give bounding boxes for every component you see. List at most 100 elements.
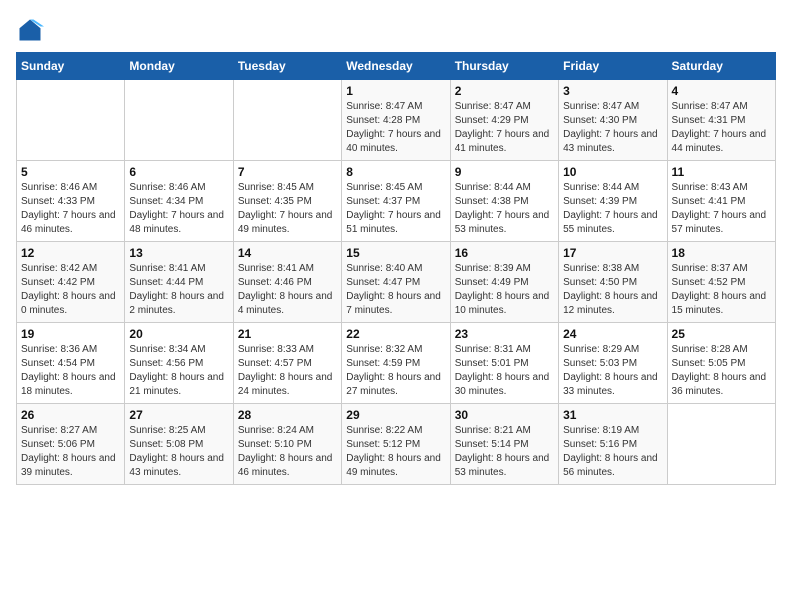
weekday-header-wednesday: Wednesday (342, 53, 450, 80)
calendar-cell: 4 Sunrise: 8:47 AMSunset: 4:31 PMDaylight… (667, 80, 775, 161)
calendar-cell: 12Sunrise: 8:42 AMSunset: 4:42 PMDayligh… (17, 242, 125, 323)
day-info: Sunrise: 8:46 AMSunset: 4:33 PMDaylight:… (21, 181, 120, 237)
calendar-cell: 30 Sunrise: 8:21 AMSunset: 5:14 PMDayligh… (450, 404, 558, 485)
day-number: 19 (21, 327, 120, 341)
calendar-cell: 31 Sunrise: 8:19 AMSunset: 5:16 PMDayligh… (559, 404, 667, 485)
day-info: Sunrise: 8:41 AMSunset: 4:46 PMDaylight:… (238, 262, 337, 318)
day-info: Sunrise: 8:47 AMSunset: 4:31 PMDaylight:… (672, 100, 771, 156)
weekday-header-monday: Monday (125, 53, 233, 80)
day-info: Sunrise: 8:25 AMSunset: 5:08 PMDaylight:… (129, 424, 228, 480)
day-number: 1 (346, 84, 445, 98)
day-info: Sunrise: 8:40 AMSunset: 4:47 PMDaylight:… (346, 262, 445, 318)
logo (16, 16, 48, 44)
calendar-cell: 18Sunrise: 8:37 AMSunset: 4:52 PMDayligh… (667, 242, 775, 323)
calendar-cell: 14 Sunrise: 8:41 AMSunset: 4:46 PMDayligh… (233, 242, 341, 323)
calendar-cell: 27 Sunrise: 8:25 AMSunset: 5:08 PMDayligh… (125, 404, 233, 485)
weekday-header-friday: Friday (559, 53, 667, 80)
day-number: 18 (672, 246, 771, 260)
calendar-cell: 11 Sunrise: 8:43 AMSunset: 4:41 PMDayligh… (667, 161, 775, 242)
day-info: Sunrise: 8:19 AMSunset: 5:16 PMDaylight:… (563, 424, 662, 480)
calendar-cell: 3 Sunrise: 8:47 AMSunset: 4:30 PMDaylight… (559, 80, 667, 161)
day-info: Sunrise: 8:47 AMSunset: 4:30 PMDaylight:… (563, 100, 662, 156)
calendar-cell (233, 80, 341, 161)
day-info: Sunrise: 8:28 AMSunset: 5:05 PMDaylight:… (672, 343, 771, 399)
weekday-header-thursday: Thursday (450, 53, 558, 80)
day-info: Sunrise: 8:45 AMSunset: 4:35 PMDaylight:… (238, 181, 337, 237)
calendar-cell: 8Sunrise: 8:45 AMSunset: 4:37 PMDaylight… (342, 161, 450, 242)
calendar-cell: 29 Sunrise: 8:22 AMSunset: 5:12 PMDayligh… (342, 404, 450, 485)
day-info: Sunrise: 8:41 AMSunset: 4:44 PMDaylight:… (129, 262, 228, 318)
calendar-week-3: 12Sunrise: 8:42 AMSunset: 4:42 PMDayligh… (17, 242, 776, 323)
day-number: 20 (129, 327, 228, 341)
calendar-cell: 23Sunrise: 8:31 AMSunset: 5:01 PMDayligh… (450, 323, 558, 404)
day-number: 21 (238, 327, 337, 341)
day-number: 30 (455, 408, 554, 422)
day-number: 29 (346, 408, 445, 422)
calendar-cell: 1 Sunrise: 8:47 AMSunset: 4:28 PMDaylight… (342, 80, 450, 161)
day-info: Sunrise: 8:34 AMSunset: 4:56 PMDaylight:… (129, 343, 228, 399)
day-info: Sunrise: 8:33 AMSunset: 4:57 PMDaylight:… (238, 343, 337, 399)
day-number: 9 (455, 165, 554, 179)
day-info: Sunrise: 8:44 AMSunset: 4:38 PMDaylight:… (455, 181, 554, 237)
day-number: 10 (563, 165, 662, 179)
calendar-cell: 20 Sunrise: 8:34 AMSunset: 4:56 PMDayligh… (125, 323, 233, 404)
day-info: Sunrise: 8:47 AMSunset: 4:29 PMDaylight:… (455, 100, 554, 156)
page-header (16, 16, 776, 44)
day-info: Sunrise: 8:38 AMSunset: 4:50 PMDaylight:… (563, 262, 662, 318)
day-number: 3 (563, 84, 662, 98)
day-number: 22 (346, 327, 445, 341)
day-info: Sunrise: 8:21 AMSunset: 5:14 PMDaylight:… (455, 424, 554, 480)
day-info: Sunrise: 8:44 AMSunset: 4:39 PMDaylight:… (563, 181, 662, 237)
calendar-cell (667, 404, 775, 485)
logo-icon (16, 16, 44, 44)
calendar-week-4: 19Sunrise: 8:36 AMSunset: 4:54 PMDayligh… (17, 323, 776, 404)
weekday-header-sunday: Sunday (17, 53, 125, 80)
calendar-table: SundayMondayTuesdayWednesdayThursdayFrid… (16, 52, 776, 485)
calendar-cell: 15 Sunrise: 8:40 AMSunset: 4:47 PMDayligh… (342, 242, 450, 323)
day-number: 28 (238, 408, 337, 422)
day-number: 16 (455, 246, 554, 260)
calendar-cell: 28 Sunrise: 8:24 AMSunset: 5:10 PMDayligh… (233, 404, 341, 485)
calendar-cell: 10 Sunrise: 8:44 AMSunset: 4:39 PMDayligh… (559, 161, 667, 242)
day-number: 31 (563, 408, 662, 422)
day-number: 4 (672, 84, 771, 98)
day-number: 15 (346, 246, 445, 260)
day-info: Sunrise: 8:43 AMSunset: 4:41 PMDaylight:… (672, 181, 771, 237)
day-number: 23 (455, 327, 554, 341)
calendar-cell: 13 Sunrise: 8:41 AMSunset: 4:44 PMDayligh… (125, 242, 233, 323)
day-info: Sunrise: 8:47 AMSunset: 4:28 PMDaylight:… (346, 100, 445, 156)
calendar-cell: 19Sunrise: 8:36 AMSunset: 4:54 PMDayligh… (17, 323, 125, 404)
day-info: Sunrise: 8:27 AMSunset: 5:06 PMDaylight:… (21, 424, 120, 480)
weekday-header-tuesday: Tuesday (233, 53, 341, 80)
calendar-week-1: 1 Sunrise: 8:47 AMSunset: 4:28 PMDaylight… (17, 80, 776, 161)
day-number: 27 (129, 408, 228, 422)
day-number: 8 (346, 165, 445, 179)
day-number: 11 (672, 165, 771, 179)
calendar-cell: 16 Sunrise: 8:39 AMSunset: 4:49 PMDayligh… (450, 242, 558, 323)
calendar-cell (17, 80, 125, 161)
day-number: 5 (21, 165, 120, 179)
day-number: 14 (238, 246, 337, 260)
day-info: Sunrise: 8:22 AMSunset: 5:12 PMDaylight:… (346, 424, 445, 480)
day-info: Sunrise: 8:39 AMSunset: 4:49 PMDaylight:… (455, 262, 554, 318)
day-number: 25 (672, 327, 771, 341)
calendar-cell: 7 Sunrise: 8:45 AMSunset: 4:35 PMDaylight… (233, 161, 341, 242)
calendar-cell: 9 Sunrise: 8:44 AMSunset: 4:38 PMDaylight… (450, 161, 558, 242)
day-number: 13 (129, 246, 228, 260)
calendar-cell: 17 Sunrise: 8:38 AMSunset: 4:50 PMDayligh… (559, 242, 667, 323)
calendar-week-2: 5 Sunrise: 8:46 AMSunset: 4:33 PMDaylight… (17, 161, 776, 242)
day-number: 17 (563, 246, 662, 260)
calendar-cell: 5 Sunrise: 8:46 AMSunset: 4:33 PMDaylight… (17, 161, 125, 242)
day-info: Sunrise: 8:46 AMSunset: 4:34 PMDaylight:… (129, 181, 228, 237)
calendar-week-5: 26Sunrise: 8:27 AMSunset: 5:06 PMDayligh… (17, 404, 776, 485)
day-number: 2 (455, 84, 554, 98)
calendar-cell: 21 Sunrise: 8:33 AMSunset: 4:57 PMDayligh… (233, 323, 341, 404)
day-number: 24 (563, 327, 662, 341)
day-info: Sunrise: 8:32 AMSunset: 4:59 PMDaylight:… (346, 343, 445, 399)
day-info: Sunrise: 8:29 AMSunset: 5:03 PMDaylight:… (563, 343, 662, 399)
day-number: 12 (21, 246, 120, 260)
calendar-cell: 26Sunrise: 8:27 AMSunset: 5:06 PMDayligh… (17, 404, 125, 485)
calendar-cell (125, 80, 233, 161)
day-number: 7 (238, 165, 337, 179)
day-info: Sunrise: 8:24 AMSunset: 5:10 PMDaylight:… (238, 424, 337, 480)
